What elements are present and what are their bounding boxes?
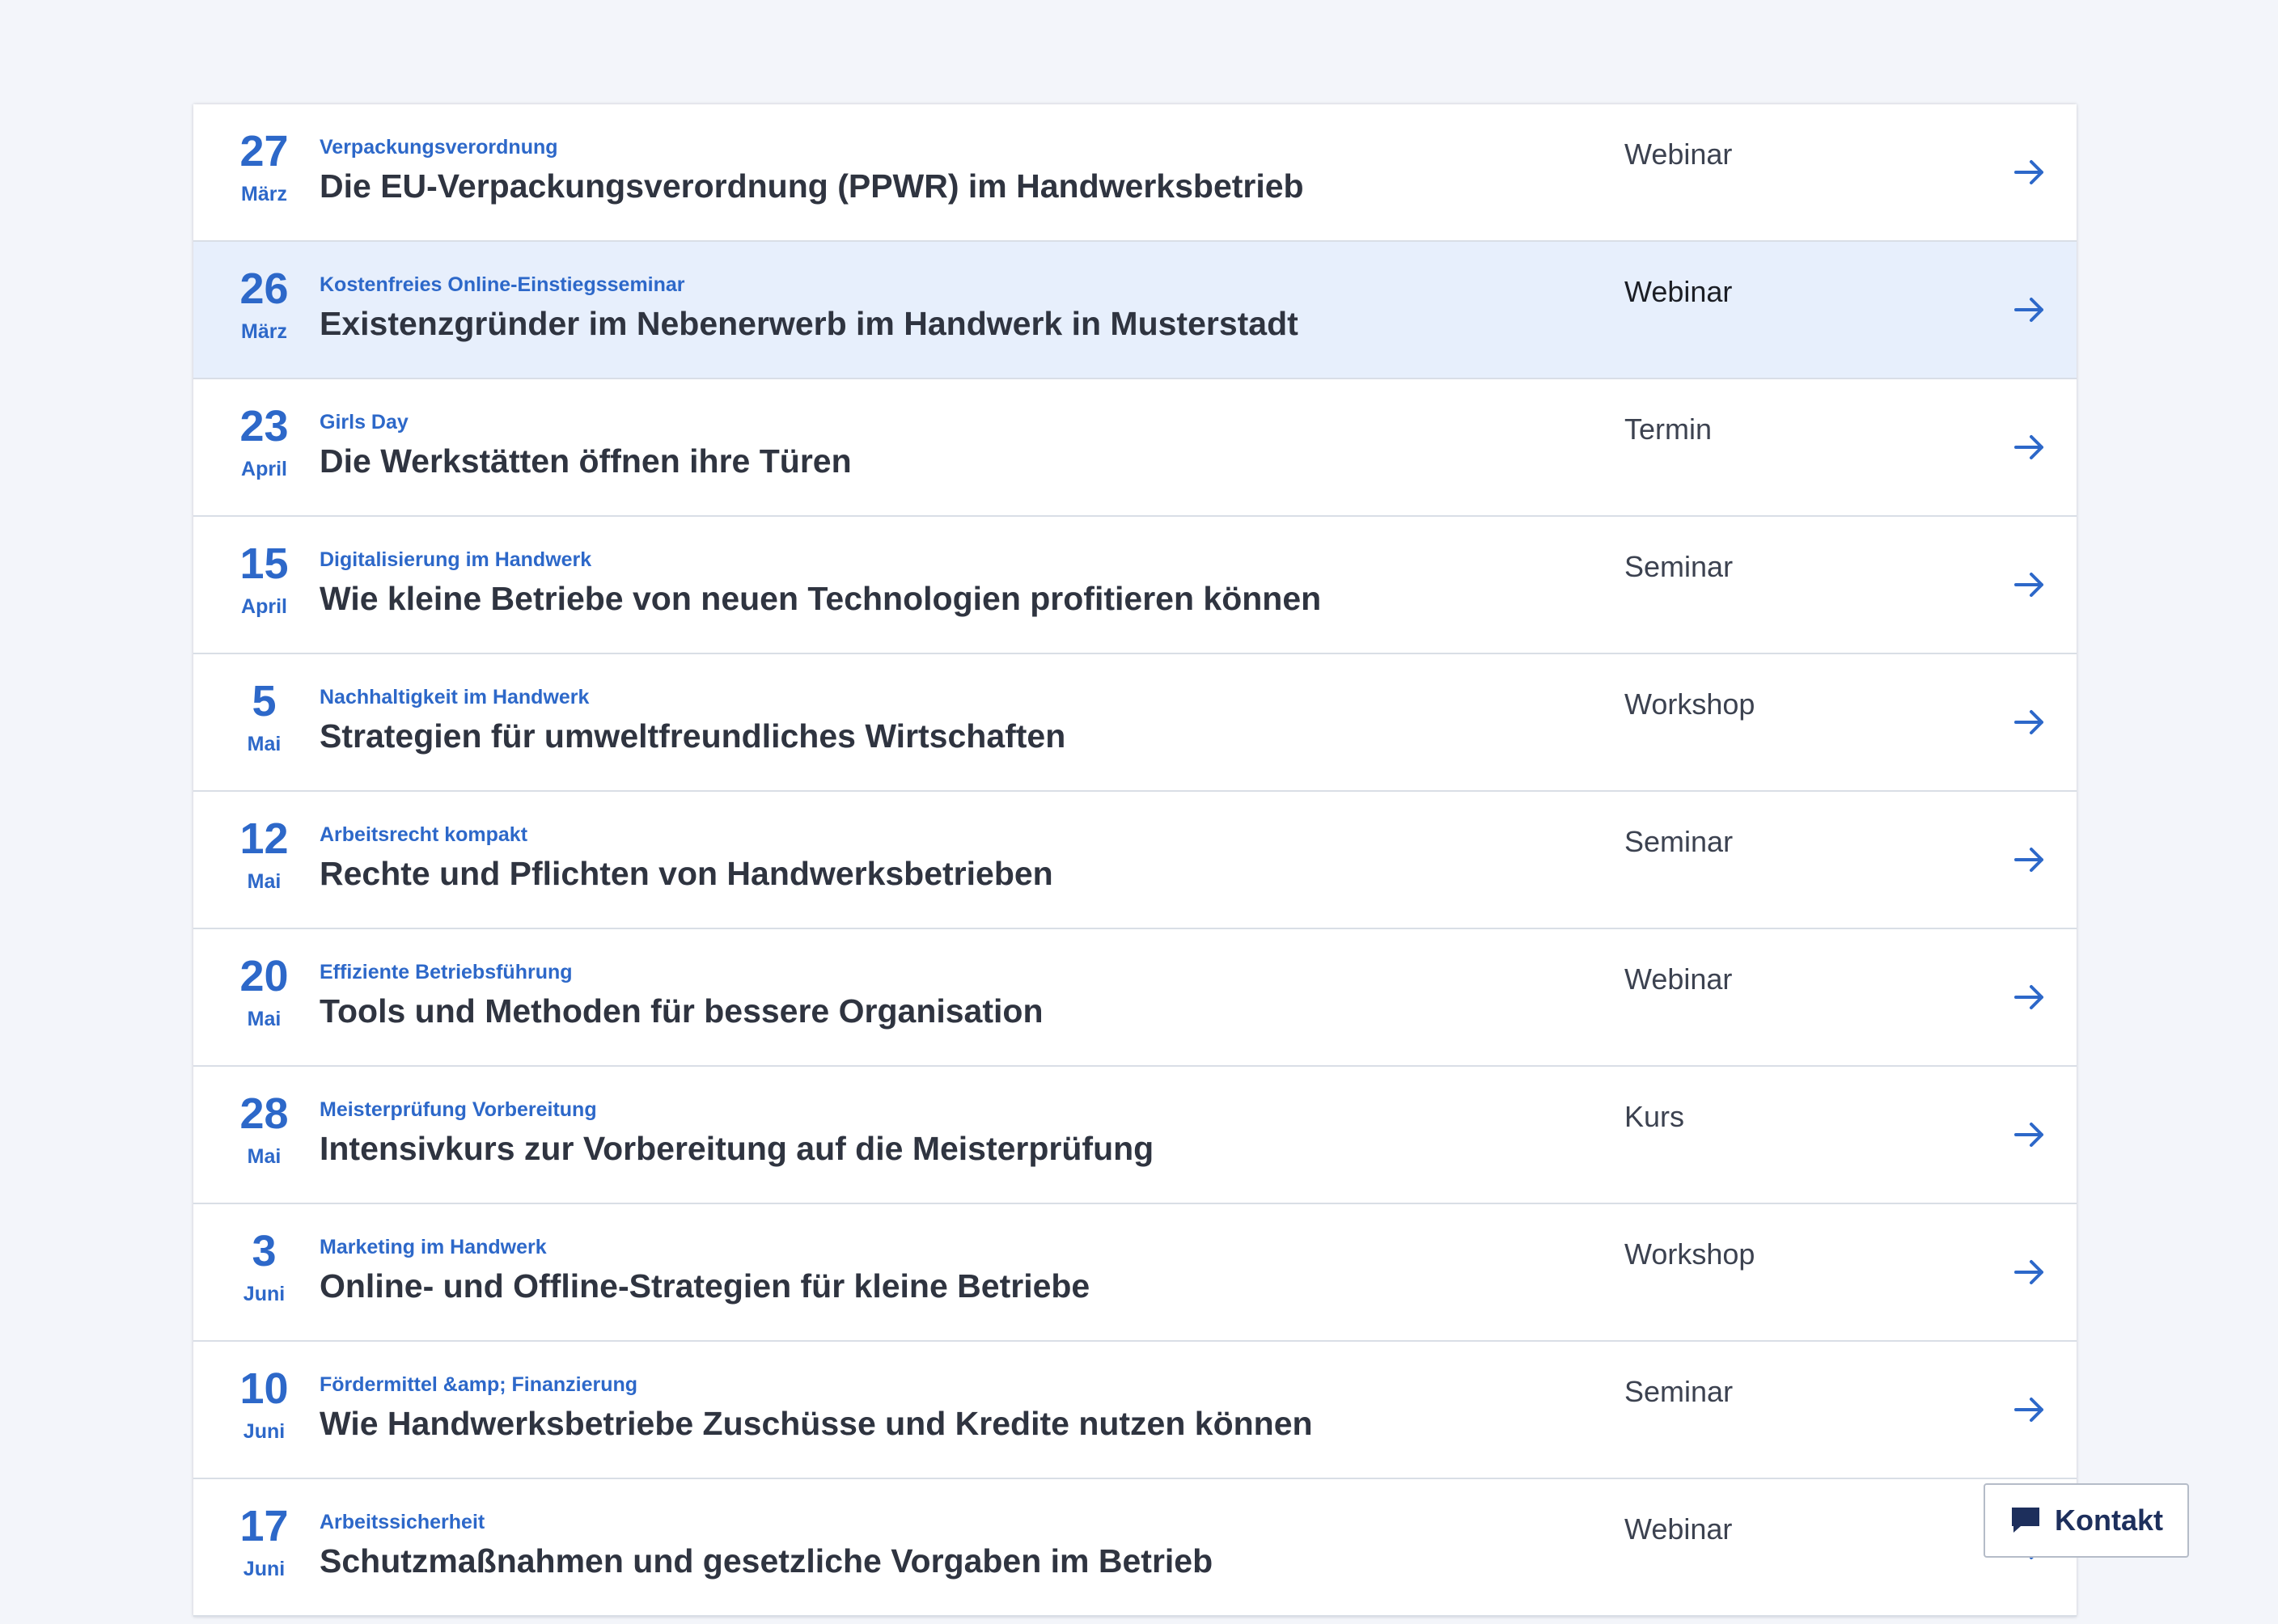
event-month: Juni bbox=[243, 1420, 286, 1443]
event-day: 27 bbox=[239, 127, 289, 176]
event-row[interactable]: 20 Mai Effiziente Betriebsführung Tools … bbox=[193, 929, 2077, 1067]
event-type: Webinar bbox=[1624, 275, 1733, 308]
kontakt-button[interactable]: Kontakt bbox=[1984, 1483, 2189, 1558]
arrow-right-icon[interactable] bbox=[2012, 1392, 2047, 1427]
event-day: 10 bbox=[239, 1364, 289, 1413]
event-month: April bbox=[241, 595, 287, 618]
event-type: Seminar bbox=[1624, 550, 1734, 583]
event-title[interactable]: Schutzmaßnahmen und gesetzliche Vorgaben… bbox=[320, 1541, 1213, 1581]
event-title[interactable]: Intensivkurs zur Vorbereitung auf die Me… bbox=[320, 1128, 1154, 1169]
event-category: Fördermittel &amp; Finanzierung bbox=[320, 1373, 638, 1396]
arrow-right-icon[interactable] bbox=[2012, 979, 2047, 1015]
event-row[interactable]: 3 Juni Marketing im Handwerk Online- und… bbox=[193, 1204, 2077, 1342]
event-type: Seminar bbox=[1624, 825, 1734, 858]
chat-icon bbox=[2012, 1508, 2039, 1533]
event-day: 3 bbox=[252, 1227, 277, 1275]
event-day: 20 bbox=[239, 952, 289, 1000]
arrow-right-icon[interactable] bbox=[2012, 154, 2047, 190]
event-row[interactable]: 12 Mai Arbeitsrecht kompakt Rechte und P… bbox=[193, 792, 2077, 929]
event-category: Marketing im Handwerk bbox=[320, 1236, 547, 1258]
event-day: 17 bbox=[239, 1502, 289, 1550]
event-month: Mai bbox=[247, 870, 282, 893]
event-category: Verpackungsverordnung bbox=[320, 136, 558, 159]
event-row[interactable]: 26 März Kostenfreies Online-Einstiegssem… bbox=[193, 242, 2077, 379]
arrow-right-icon[interactable] bbox=[2012, 842, 2047, 878]
event-day: 28 bbox=[239, 1089, 289, 1138]
event-title[interactable]: Die EU-Verpackungsverordnung (PPWR) im H… bbox=[320, 166, 1304, 206]
event-month: Mai bbox=[247, 1145, 282, 1168]
event-category: Effiziente Betriebsführung bbox=[320, 961, 573, 983]
event-category: Nachhaltigkeit im Handwerk bbox=[320, 686, 590, 708]
event-type: Termin bbox=[1624, 412, 1713, 446]
arrow-right-icon[interactable] bbox=[2012, 567, 2047, 603]
event-month: März bbox=[241, 183, 287, 205]
event-day: 23 bbox=[239, 402, 289, 450]
event-month: März bbox=[241, 320, 287, 343]
event-type: Workshop bbox=[1624, 1237, 1755, 1271]
event-title[interactable]: Strategien für umweltfreundliches Wirtsc… bbox=[320, 716, 1065, 756]
event-category: Arbeitsrecht kompakt bbox=[320, 823, 528, 846]
event-category: Meisterprüfung Vorbereitung bbox=[320, 1098, 597, 1121]
event-title[interactable]: Existenzgründer im Nebenerwerb im Handwe… bbox=[320, 303, 1298, 344]
event-category: Kostenfreies Online-Einstiegsseminar bbox=[320, 273, 685, 296]
event-day: 12 bbox=[239, 814, 289, 863]
event-month: Juni bbox=[243, 1558, 286, 1580]
event-month: Juni bbox=[243, 1283, 286, 1305]
arrow-right-icon[interactable] bbox=[2012, 429, 2047, 465]
event-title[interactable]: Rechte und Pflichten von Handwerksbetrie… bbox=[320, 853, 1053, 894]
event-row[interactable]: 27 März Verpackungsverordnung Die EU-Ver… bbox=[193, 104, 2077, 242]
event-type: Workshop bbox=[1624, 687, 1755, 721]
event-row[interactable]: 17 Juni Arbeitssicherheit Schutzmaßnahme… bbox=[193, 1479, 2077, 1617]
event-title[interactable]: Wie kleine Betriebe von neuen Technologi… bbox=[320, 578, 1321, 619]
event-category: Arbeitssicherheit bbox=[320, 1511, 485, 1533]
event-day: 15 bbox=[239, 539, 289, 588]
event-day: 26 bbox=[239, 264, 289, 313]
event-type: Webinar bbox=[1624, 137, 1733, 171]
event-title[interactable]: Wie Handwerksbetriebe Zuschüsse und Kred… bbox=[320, 1403, 1313, 1444]
arrow-right-icon[interactable] bbox=[2012, 1254, 2047, 1290]
event-category: Digitalisierung im Handwerk bbox=[320, 548, 592, 571]
event-list: 27 März Verpackungsverordnung Die EU-Ver… bbox=[193, 104, 2077, 1617]
event-row[interactable]: 28 Mai Meisterprüfung Vorbereitung Inten… bbox=[193, 1067, 2077, 1204]
event-day: 5 bbox=[252, 677, 277, 725]
event-type: Webinar bbox=[1624, 962, 1733, 996]
event-month: April bbox=[241, 458, 287, 480]
arrow-right-icon[interactable] bbox=[2012, 704, 2047, 740]
kontakt-label: Kontakt bbox=[2055, 1503, 2163, 1537]
event-month: Mai bbox=[247, 733, 282, 755]
arrow-right-icon[interactable] bbox=[2012, 1117, 2047, 1152]
event-row[interactable]: 23 April Girls Day Die Werkstätten öffne… bbox=[193, 379, 2077, 517]
event-type: Webinar bbox=[1624, 1512, 1733, 1546]
event-month: Mai bbox=[247, 1008, 282, 1030]
event-type: Seminar bbox=[1624, 1375, 1734, 1408]
event-title[interactable]: Online- und Offline-Strategien für klein… bbox=[320, 1266, 1090, 1306]
event-category: Girls Day bbox=[320, 411, 409, 433]
event-row[interactable]: 10 Juni Fördermittel &amp; Finanzierung … bbox=[193, 1342, 2077, 1479]
event-type: Kurs bbox=[1624, 1100, 1685, 1133]
arrow-right-icon[interactable] bbox=[2012, 292, 2047, 328]
event-row[interactable]: 5 Mai Nachhaltigkeit im Handwerk Strateg… bbox=[193, 654, 2077, 792]
event-row[interactable]: 15 April Digitalisierung im Handwerk Wie… bbox=[193, 517, 2077, 654]
event-title[interactable]: Die Werkstätten öffnen ihre Türen bbox=[320, 441, 852, 481]
event-title[interactable]: Tools und Methoden für bessere Organisat… bbox=[320, 991, 1044, 1031]
